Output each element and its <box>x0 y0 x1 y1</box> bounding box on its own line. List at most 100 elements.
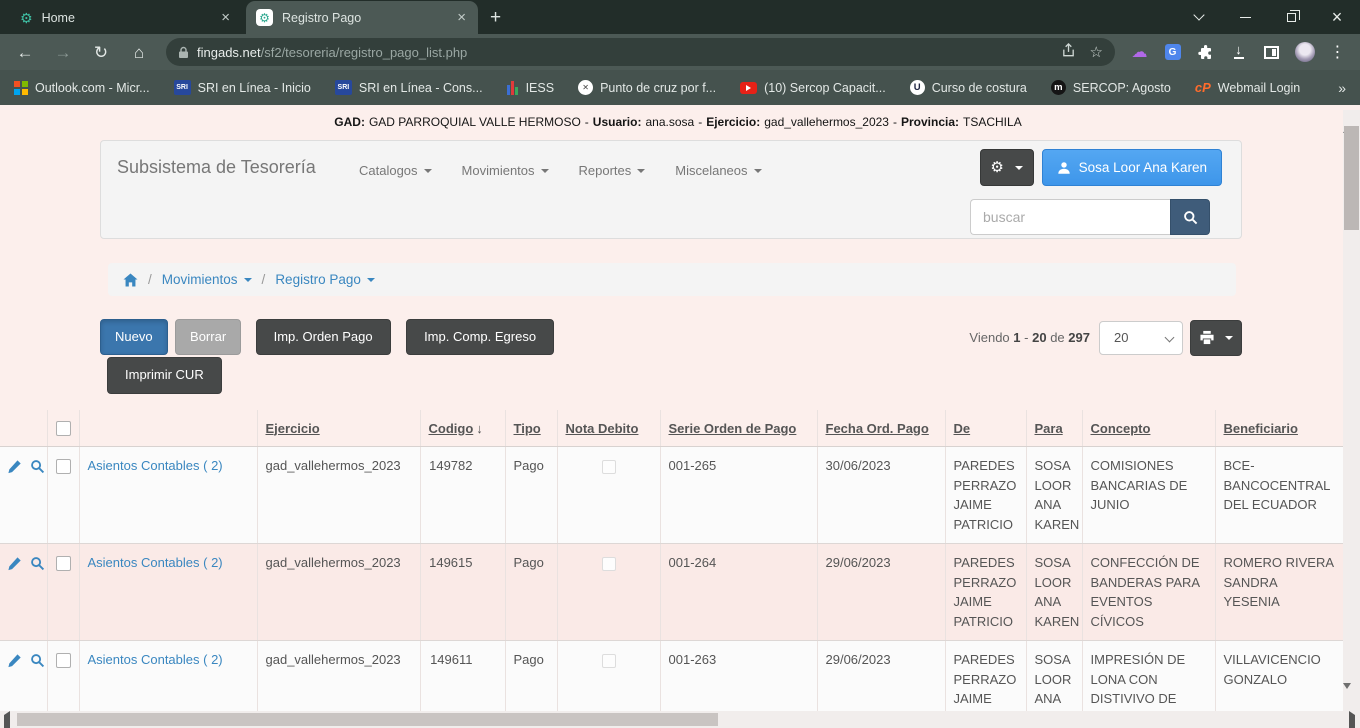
row-checkbox[interactable] <box>56 556 71 571</box>
minimize-button[interactable] <box>1222 0 1268 34</box>
user-menu-button[interactable]: Sosa Loor Ana Karen <box>1042 149 1222 186</box>
column-header-para[interactable]: Para <box>1026 410 1082 447</box>
asientos-contables-link[interactable]: Asientos Contables ( 2) <box>88 652 223 667</box>
column-header-codigo[interactable]: Codigo↓ <box>420 410 505 447</box>
forward-icon[interactable]: → <box>44 44 82 61</box>
bookmark-sri-inicio[interactable]: SRI SRI en Línea - Inicio <box>174 80 311 95</box>
view-magnifier-icon[interactable] <box>30 653 45 668</box>
extensions-puzzle-icon[interactable] <box>1189 44 1222 60</box>
bookmark-sercop-agosto[interactable]: m SERCOP: Agosto <box>1051 80 1171 95</box>
codigo-cell: 149611 <box>420 641 505 711</box>
ejercicio-label: Ejercicio: <box>706 115 760 129</box>
home-icon[interactable] <box>123 273 138 287</box>
menu-reportes[interactable]: Reportes <box>579 163 646 178</box>
new-tab-button[interactable]: + <box>490 8 501 27</box>
asientos-contables-link[interactable]: Asientos Contables ( 2) <box>88 458 223 473</box>
back-icon[interactable]: ← <box>6 44 44 61</box>
select-all-checkbox[interactable] <box>56 421 71 436</box>
imprimir-cur-button[interactable]: Imprimir CUR <box>107 357 222 393</box>
asientos-contables-link[interactable]: Asientos Contables ( 2) <box>88 555 223 570</box>
column-header-nota-debito[interactable]: Nota Debito <box>557 410 660 447</box>
column-header-ejercicio[interactable]: Ejercicio <box>257 410 420 447</box>
browser-menu-icon[interactable]: ⋮ <box>1321 42 1354 62</box>
column-header-tipo[interactable]: Tipo <box>505 410 557 447</box>
edit-pencil-icon[interactable] <box>7 459 22 474</box>
row-checkbox[interactable] <box>56 653 71 668</box>
column-header-select <box>47 410 79 447</box>
column-header-serie[interactable]: Serie Orden de Pago <box>660 410 817 447</box>
breadcrumb-registro-pago[interactable]: Registro Pago <box>275 272 375 287</box>
main-menu: Catalogos Movimientos Reportes Miscelane… <box>359 163 792 178</box>
menu-catalogos[interactable]: Catalogos <box>359 163 432 178</box>
reload-icon[interactable]: ↻ <box>82 44 120 61</box>
search-input[interactable] <box>970 199 1170 235</box>
bookmark-sri-consultas[interactable]: SRI SRI en Línea - Cons... <box>335 80 483 95</box>
scroll-right-icon[interactable] <box>1349 711 1355 728</box>
separator: - <box>585 115 589 129</box>
nuevo-button[interactable]: Nuevo <box>100 319 168 355</box>
bookmark-curso-costura[interactable]: U Curso de costura <box>910 80 1027 95</box>
home-icon[interactable]: ⌂ <box>120 44 158 61</box>
tab-close-icon[interactable]: × <box>453 10 470 25</box>
page-size-select[interactable]: 20 <box>1100 322 1182 354</box>
lock-icon <box>178 46 189 59</box>
cloud-extension-icon[interactable]: ☁ <box>1123 42 1156 62</box>
bookmark-punto-de-cruz[interactable]: ✕ Punto de cruz por f... <box>578 80 716 95</box>
vertical-scroll-thumb[interactable] <box>1344 126 1359 230</box>
bookmark-iess[interactable]: IESS <box>507 81 555 95</box>
horizontal-scrollbar[interactable] <box>0 711 1360 728</box>
row-checkbox[interactable] <box>56 459 71 474</box>
bookmark-webmail[interactable]: cP Webmail Login <box>1195 80 1300 95</box>
tab-home[interactable]: ⚙ Home × <box>10 1 242 34</box>
translate-extension-icon[interactable]: G <box>1156 44 1189 60</box>
edit-pencil-icon[interactable] <box>7 556 22 571</box>
vertical-scrollbar[interactable] <box>1343 110 1360 711</box>
column-header-concepto[interactable]: Concepto <box>1082 410 1215 447</box>
menu-miscelaneos[interactable]: Miscelaneos <box>675 163 761 178</box>
bookmark-sercop-video[interactable]: (10) Sercop Capacit... <box>740 81 886 95</box>
records-table: Ejercicio Codigo↓ Tipo Nota Debito Serie… <box>0 410 1343 711</box>
edit-pencil-icon[interactable] <box>7 653 22 668</box>
settings-gear-button[interactable]: ⚙ <box>980 149 1034 186</box>
restore-button[interactable] <box>1268 0 1314 34</box>
column-header-de[interactable]: De <box>945 410 1026 447</box>
codigo-cell: 149782 <box>420 447 505 544</box>
downloads-icon[interactable]: ↓ <box>1222 45 1255 58</box>
gad-value: GAD PARROQUIAL VALLE HERMOSO <box>369 115 581 129</box>
de-cell: PAREDES PERRAZO JAIME PATRICIO <box>945 447 1026 544</box>
horizontal-scroll-thumb[interactable] <box>17 713 718 726</box>
bookmark-outlook[interactable]: Outlook.com - Micr... <box>14 81 150 95</box>
search-button[interactable] <box>1170 199 1210 235</box>
side-panel-icon[interactable] <box>1255 46 1288 59</box>
share-icon[interactable] <box>1061 43 1076 61</box>
favicon-gear-icon: ⚙ <box>20 11 33 25</box>
chevron-down-icon <box>754 169 762 173</box>
column-header-fecha[interactable]: Fecha Ord. Pago <box>817 410 945 447</box>
address-bar[interactable]: fingads.net /sf2/tesoreria/registro_pago… <box>166 38 1115 66</box>
column-header-beneficiario[interactable]: Beneficiario <box>1215 410 1343 447</box>
bookmarks-overflow-icon[interactable]: » <box>1338 80 1346 96</box>
tab-title: Registro Pago <box>282 11 453 25</box>
print-button[interactable] <box>1190 320 1242 356</box>
tab-close-icon[interactable]: × <box>217 10 234 25</box>
imp-comp-egreso-button[interactable]: Imp. Comp. Egreso <box>406 319 554 355</box>
scroll-down-icon[interactable] <box>1343 683 1351 706</box>
tab-search-icon[interactable] <box>1176 0 1222 34</box>
view-magnifier-icon[interactable] <box>30 459 45 474</box>
profile-avatar[interactable] <box>1288 42 1321 62</box>
provincia-value: TSACHILA <box>963 115 1022 129</box>
view-magnifier-icon[interactable] <box>30 556 45 571</box>
beneficiario-cell: BCE-BANCOCENTRAL DEL ECUADOR <box>1215 447 1343 544</box>
paging-status: Viendo 1 - 20 de 297 <box>969 330 1090 345</box>
tipo-cell: Pago <box>505 544 557 641</box>
de-cell: PAREDES PERRAZO JAIME PATRICIO <box>945 641 1026 711</box>
close-window-button[interactable]: × <box>1314 0 1360 34</box>
breadcrumb-movimientos[interactable]: Movimientos <box>162 272 252 287</box>
menu-movimientos[interactable]: Movimientos <box>462 163 549 178</box>
imp-orden-pago-button[interactable]: Imp. Orden Pago <box>256 319 391 355</box>
scroll-left-icon[interactable] <box>4 711 10 728</box>
borrar-button[interactable]: Borrar <box>175 319 241 355</box>
table-header-row: Ejercicio Codigo↓ Tipo Nota Debito Serie… <box>0 410 1343 447</box>
bookmark-star-icon[interactable]: ☆ <box>1090 45 1103 60</box>
tab-registro-pago[interactable]: ⚙ Registro Pago × <box>246 1 478 34</box>
